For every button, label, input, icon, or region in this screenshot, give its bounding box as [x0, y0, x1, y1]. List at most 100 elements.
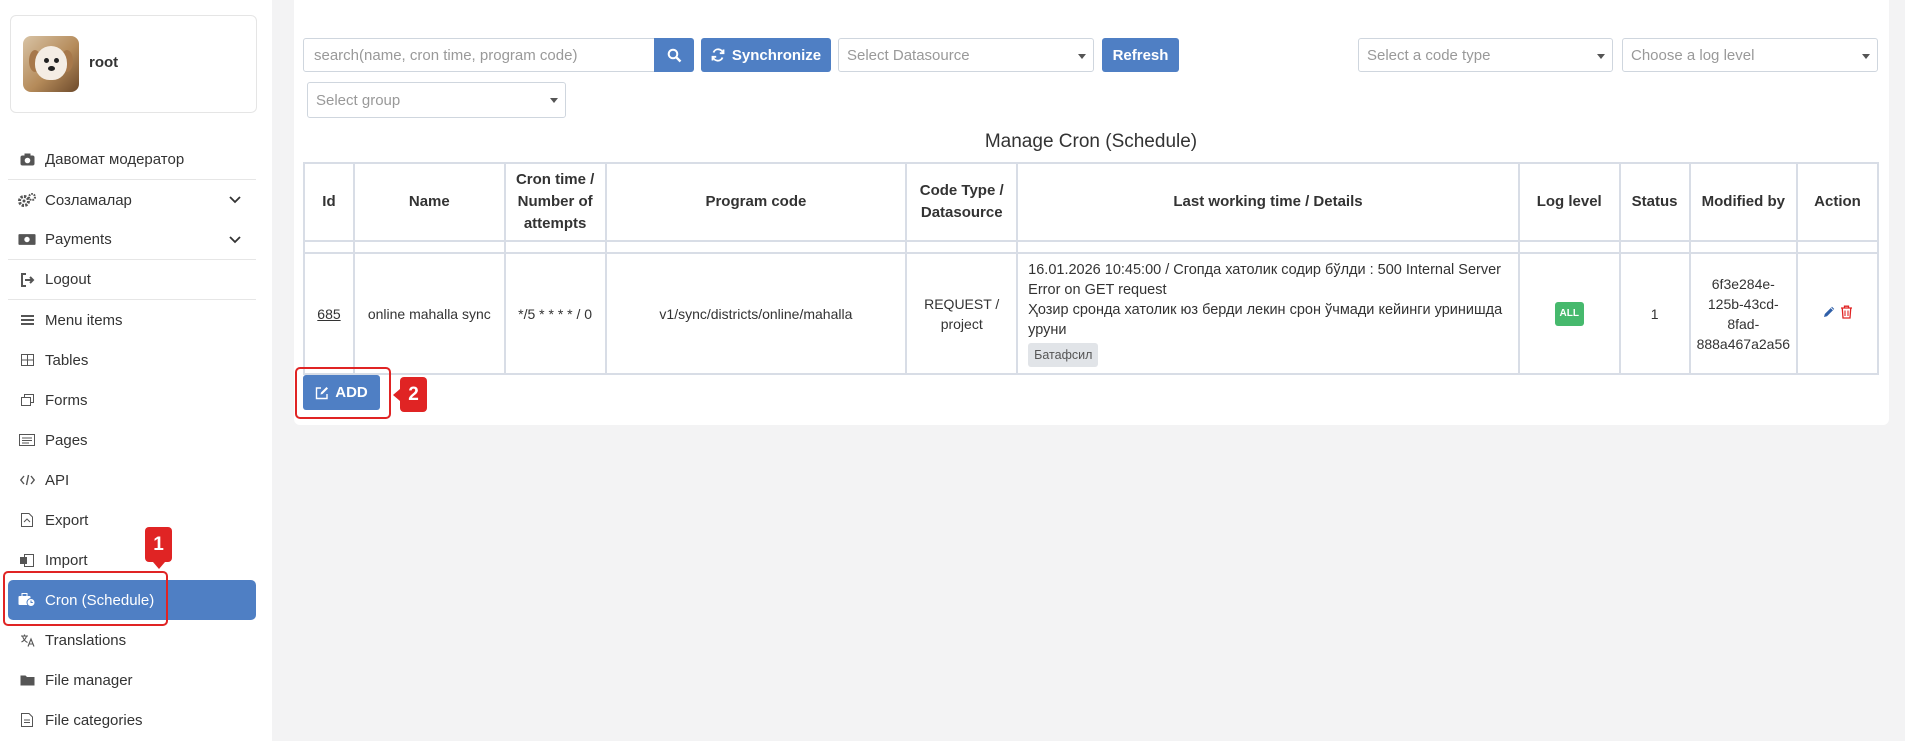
sidebar-item-label: Tables [45, 351, 89, 369]
sidebar-item-file-categories[interactable]: File categories [8, 700, 256, 740]
cell-log-level: ALL [1517, 252, 1621, 375]
col-header-log-level[interactable]: Log level [1517, 162, 1621, 242]
search-button[interactable] [654, 38, 694, 72]
col-header-code-line: Datasource [920, 204, 1003, 221]
annotation-badge-1: 1 [145, 527, 172, 569]
col-header-name[interactable]: Name [352, 162, 506, 242]
col-header-action: Action [1796, 162, 1879, 242]
refresh-button[interactable]: Refresh [1102, 38, 1179, 72]
col-header-code-type[interactable]: Code Type / Datasource [905, 162, 1019, 242]
profile-name: root [89, 54, 119, 71]
datasource-value: project [940, 315, 983, 332]
translate-icon [18, 631, 36, 649]
highlight-box-cron [3, 571, 168, 626]
page-title: Manage Cron (Schedule) [984, 131, 1198, 152]
sidebar-item-label: Translations [45, 631, 127, 649]
avatar [23, 36, 79, 92]
caret-down-icon [550, 98, 558, 103]
sidebar-item-label: Pages [45, 431, 88, 449]
sidebar-item-label: Logout [45, 271, 91, 288]
sidebar-item-label: Menu items [45, 311, 123, 329]
cell-status: 1 [1618, 252, 1691, 375]
sidebar-item-translations[interactable]: Translations [8, 620, 256, 660]
sidebar: root Давомат модератор Созламалар Paymen… [0, 0, 272, 741]
last-run-message: 16.01.2026 10:45:00 / Сгопда хатолик сод… [1028, 262, 1501, 298]
pages-icon [18, 431, 36, 449]
cell-code-type: REQUEST / project [905, 252, 1019, 375]
row-id-link[interactable]: 685 [317, 306, 340, 322]
camera-icon [18, 151, 36, 169]
col-header-id[interactable]: Id [303, 162, 355, 242]
cell-modified-by: 6f3e284e- 125b-43cd- 8fad- 888a467a2a56 [1688, 252, 1799, 375]
last-run-note: Ҳозир сронда хатолик юз берди лекин срон… [1028, 302, 1503, 338]
caret-down-icon [1862, 54, 1870, 59]
sidebar-item-label: Import [45, 551, 88, 569]
gears-icon [18, 191, 36, 209]
sidebar-item-label: Созламалар [45, 191, 132, 209]
sidebar-item-payments[interactable]: Payments [8, 220, 256, 260]
money-icon [18, 231, 36, 249]
profile-card[interactable]: root [10, 15, 257, 113]
logout-icon [18, 271, 36, 289]
sidebar-item-attendance-moderator[interactable]: Давомат модератор [8, 140, 256, 180]
col-header-cron[interactable]: Cron time / Number of attempts [503, 162, 607, 242]
filter-row [303, 240, 1879, 254]
sidebar-item-label: Давомат модератор [45, 151, 185, 168]
datasource-select[interactable]: Select Datasource [838, 38, 1094, 72]
details-button[interactable]: Батафсил [1028, 343, 1099, 367]
col-header-cron-line: Cron time / [515, 171, 595, 188]
col-header-program[interactable]: Program code [604, 162, 908, 242]
folder-icon [18, 671, 36, 689]
cell-last-working: 16.01.2026 10:45:00 / Сгопда хатолик сод… [1016, 252, 1520, 375]
modified-by-line: 125b-43cd- [1707, 295, 1779, 312]
synchronize-button[interactable]: Synchronize [701, 38, 831, 72]
sidebar-item-settings[interactable]: Созламалар [8, 180, 256, 220]
file-icon [18, 711, 36, 729]
sidebar-item-pages[interactable]: Pages [8, 420, 256, 460]
log-level-select[interactable]: Choose a log level [1622, 38, 1878, 72]
add-button[interactable]: ADD [303, 375, 380, 410]
forms-icon [18, 391, 36, 409]
table-row: 685 online mahalla sync */5 * * * * / 0 … [303, 252, 1879, 375]
modified-by-line: 888a467a2a56 [1696, 335, 1791, 352]
caret-down-icon [1078, 54, 1086, 59]
group-select[interactable]: Select group [307, 82, 566, 118]
edit-pencil-icon[interactable] [1822, 305, 1836, 319]
cell-id: 685 [303, 252, 355, 375]
file-export-icon [18, 511, 36, 529]
edit-square-icon [316, 386, 329, 399]
col-header-code-line: Code Type / [919, 182, 1004, 199]
col-header-status[interactable]: Status [1618, 162, 1691, 242]
synchronize-label: Synchronize [731, 46, 822, 64]
add-label: ADD [335, 384, 368, 401]
search-icon [667, 48, 681, 62]
sidebar-item-label: Forms [45, 391, 88, 409]
search-input[interactable] [303, 38, 655, 72]
group-placeholder: Select group [316, 91, 401, 109]
sidebar-item-file-manager[interactable]: File manager [8, 660, 256, 700]
cell-program: v1/sync/districts/online/mahalla [604, 252, 908, 375]
sidebar-item-api[interactable]: API [8, 460, 256, 500]
table-icon [18, 351, 36, 369]
col-header-modified-by[interactable]: Modified by [1688, 162, 1799, 242]
code-type-select[interactable]: Select a code type [1358, 38, 1613, 72]
sidebar-item-label: File categories [45, 711, 143, 729]
modified-by-line: 8fad- [1727, 315, 1760, 332]
code-type-value: REQUEST / [924, 295, 1000, 312]
delete-trash-icon[interactable] [1840, 305, 1853, 319]
sidebar-item-export[interactable]: Export [8, 500, 256, 540]
col-header-cron-line: attempts [523, 215, 587, 232]
col-header-last-working[interactable]: Last working time / Details [1016, 162, 1520, 242]
sidebar-item-tables[interactable]: Tables [8, 340, 256, 380]
sidebar-item-label: File manager [45, 671, 133, 689]
code-icon [18, 471, 36, 489]
sidebar-item-forms[interactable]: Forms [8, 380, 256, 420]
sidebar-item-logout[interactable]: Logout [8, 260, 256, 300]
caret-down-icon [1597, 54, 1605, 59]
sidebar-item-menu-items[interactable]: Menu items [8, 300, 256, 340]
sidebar-item-label: API [45, 471, 70, 489]
sidebar-menu: Давомат модератор Созламалар Payments Lo… [8, 140, 256, 740]
col-header-cron-line: Number of [517, 193, 593, 210]
log-level-placeholder: Choose a log level [1631, 46, 1755, 64]
sidebar-item-label: Export [45, 511, 89, 529]
